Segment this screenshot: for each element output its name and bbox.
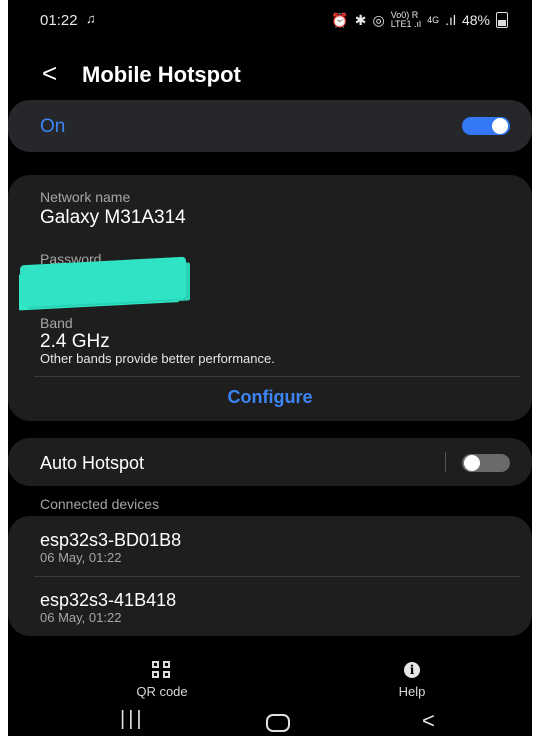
connected-devices-list: esp32s3-BD01B8 06 May, 01:22 esp32s3-41B… — [8, 516, 532, 636]
network-type-indicator: 4G — [427, 14, 440, 25]
auto-hotspot-row[interactable]: Auto Hotspot — [8, 438, 532, 486]
hotspot-state-label: On — [40, 116, 66, 137]
hotspot-icon: ◎ — [372, 11, 385, 28]
header: < Mobile Hotspot — [8, 52, 532, 96]
network-settings-card: Network name Galaxy M31A314 Password Ban… — [8, 175, 532, 421]
bluetooth-icon: ✱ — [354, 11, 367, 28]
toggle-knob — [492, 118, 508, 134]
qr-code-icon — [152, 661, 172, 679]
device-connected-time: 06 May, 01:22 — [40, 550, 122, 565]
divider — [445, 452, 446, 472]
divider — [34, 376, 520, 377]
signal-icon: .ıl — [445, 12, 456, 28]
battery-icon — [496, 12, 508, 28]
volte-indicator: Vo0) R LTE1 .ıl — [390, 10, 422, 29]
device-name[interactable]: esp32s3-BD01B8 — [40, 530, 181, 551]
page-title: Mobile Hotspot — [82, 62, 241, 87]
band-value: 2.4 GHz — [40, 331, 110, 352]
alarm-icon: ⏰ — [331, 11, 349, 28]
band-label: Band — [40, 315, 73, 331]
help-button[interactable]: i Help — [352, 660, 472, 699]
connected-devices-header: Connected devices — [40, 496, 160, 512]
back-arrow-icon[interactable]: < — [42, 58, 57, 89]
qr-code-label: QR code — [136, 684, 188, 699]
device-connected-time: 06 May, 01:22 — [40, 610, 122, 625]
device-name[interactable]: esp32s3-41B418 — [40, 590, 176, 611]
info-icon: i — [404, 662, 420, 678]
navigation-bar: ||| < — [8, 704, 532, 736]
band-note: Other bands provide better performance. — [40, 351, 275, 366]
help-label: Help — [398, 684, 426, 699]
hotspot-master-switch[interactable]: On — [8, 100, 532, 152]
toggle-knob — [464, 455, 480, 471]
configure-button[interactable]: Configure — [8, 387, 532, 408]
nav-back-icon[interactable]: < — [422, 708, 435, 734]
status-bar: 01:22 ♫ ⏰ ✱ ◎ Vo0) R LTE1 .ıl 4G .ıl 48% — [8, 0, 532, 40]
home-icon[interactable] — [266, 714, 290, 732]
qr-code-button[interactable]: QR code — [102, 660, 222, 699]
recent-apps-icon[interactable]: ||| — [120, 708, 145, 731]
status-indicators: ⏰ ✱ ◎ Vo0) R LTE1 .ıl 4G .ıl 48% — [331, 11, 508, 29]
phone-screen: 01:22 ♫ ⏰ ✱ ◎ Vo0) R LTE1 .ıl 4G .ıl 48% … — [8, 0, 532, 736]
auto-hotspot-label: Auto Hotspot — [40, 453, 145, 473]
divider — [34, 576, 520, 577]
auto-hotspot-toggle[interactable] — [462, 454, 510, 472]
status-time: 01:22 — [40, 12, 78, 29]
password-redaction — [20, 256, 186, 308]
network-name-value: Galaxy M31A314 — [40, 207, 186, 228]
battery-percent: 48% — [461, 12, 490, 28]
network-name-label: Network name — [40, 189, 131, 205]
notification-icon: ♫ — [86, 11, 96, 26]
hotspot-toggle[interactable] — [462, 117, 510, 135]
